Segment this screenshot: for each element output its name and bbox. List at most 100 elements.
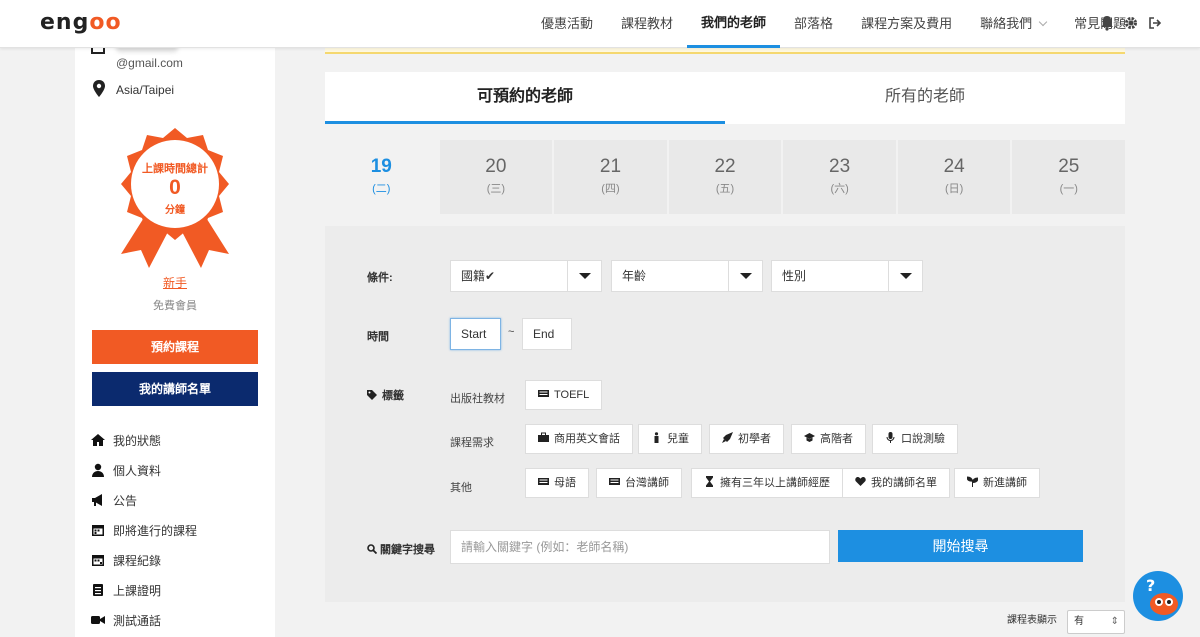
date-day: 20 <box>485 156 507 177</box>
sidebar-item-announcements[interactable]: 公告 <box>91 485 197 515</box>
tag-label: 高階者 <box>820 433 853 445</box>
schedule-display-label: 課程表顯示 <box>1007 615 1057 626</box>
lesson-time-badge: 上課時間總計 0 分鐘 <box>115 126 235 268</box>
search-panel: 條件: 國籍✔ 年齡 性別 時間 Start ~ End 標籤 出版社教材 TO… <box>325 226 1125 602</box>
nav-materials[interactable]: 課程教材 <box>607 0 687 48</box>
date-day: 22 <box>714 156 736 177</box>
tag-toefl[interactable]: TOEFL <box>525 380 603 410</box>
tag-label: 商用英文會話 <box>554 433 620 445</box>
tag-children[interactable]: 兒童 <box>638 424 702 454</box>
caret-down-icon <box>567 261 601 291</box>
tag-three-years-experience[interactable]: 擁有三年以上講師經歷 <box>691 468 843 498</box>
tag-speaking-test[interactable]: 口說測驗 <box>872 424 958 454</box>
date-tab[interactable]: 22 (五) <box>668 140 782 214</box>
date-day: 21 <box>599 156 622 177</box>
other-label: 其他 <box>450 482 472 494</box>
user-level[interactable]: 新手 <box>75 274 275 291</box>
sidebar-item-label: 上課證明 <box>113 583 162 598</box>
schedule-display-select[interactable]: 有 <box>1067 610 1125 634</box>
gear-icon[interactable] <box>1124 15 1138 31</box>
sidebar-item-upcoming-lessons[interactable]: 即將進行的課程 <box>91 515 197 545</box>
user-icon <box>92 463 104 477</box>
nationality-select[interactable]: 國籍✔ <box>450 260 602 292</box>
bell-icon[interactable] <box>1100 15 1114 31</box>
date-weekday: (一) <box>1059 183 1078 195</box>
tab-available-teachers[interactable]: 可預約的老師 <box>325 72 725 124</box>
badge-title: 上課時間總計 <box>142 163 208 175</box>
date-tab[interactable]: 23 (六) <box>783 140 896 214</box>
date-day: 24 <box>943 156 965 177</box>
nav-contact[interactable]: 聯絡我們 <box>966 0 1060 48</box>
chevron-down-icon <box>1038 17 1048 27</box>
tag-new-teacher[interactable]: 新進講師 <box>954 468 1040 498</box>
keyword-input[interactable]: 請輸入關鍵字 (例如：老師名稱) <box>450 530 830 564</box>
tag-label: 口說測驗 <box>901 433 945 445</box>
sidebar-item-label: 個人資料 <box>113 463 162 478</box>
date-weekday: (六) <box>830 183 849 195</box>
caret-down-icon <box>888 261 922 291</box>
caret-down-icon <box>728 261 762 291</box>
tag-label: 母語 <box>554 477 576 489</box>
tag-beginner[interactable]: 初學者 <box>709 424 784 454</box>
date-weekday: (二) <box>372 183 391 195</box>
date-tab[interactable]: 20 (三) <box>439 140 553 214</box>
sidebar-item-test-call[interactable]: 測試通話 <box>91 605 197 635</box>
nav-plans[interactable]: 課程方案及費用 <box>847 0 966 48</box>
graduation-cap-icon <box>804 433 815 442</box>
tag-label: 新進講師 <box>983 477 1027 489</box>
tag-business-english[interactable]: 商用英文會話 <box>525 424 633 454</box>
user-email: @gmail.com <box>116 56 183 70</box>
calendar-icon <box>92 555 104 566</box>
book-icon <box>538 478 549 485</box>
sidebar-item-label: 我的狀態 <box>113 433 162 448</box>
notice-banner <box>325 48 1125 54</box>
engoo-logo[interactable]: engoo <box>40 10 122 35</box>
date-tab[interactable]: 24 (日) <box>897 140 1011 214</box>
nav-our-teachers[interactable]: 我們的老師 <box>687 0 781 48</box>
tag-label: 初學者 <box>738 433 771 445</box>
header-icons <box>1100 15 1162 31</box>
map-pin-icon <box>92 80 106 103</box>
gender-value: 性別 <box>782 269 807 283</box>
tags-label: 標籤 <box>382 390 404 402</box>
tag-my-teacher-list[interactable]: 我的講師名單 <box>842 468 950 498</box>
help-chat-button[interactable]: ? <box>1133 571 1183 621</box>
start-time-input[interactable]: Start <box>450 318 501 350</box>
my-teacher-list-button[interactable]: 我的講師名單 <box>92 372 258 406</box>
sidebar-item-certificate[interactable]: 上課證明 <box>91 575 197 605</box>
sidebar-item-label: 即將進行的課程 <box>113 523 198 538</box>
nationality-value: 國籍✔ <box>461 269 496 283</box>
end-time-input[interactable]: End <box>522 318 572 350</box>
nav-blog[interactable]: 部落格 <box>780 0 847 48</box>
tag-label: 我的講師名單 <box>871 477 937 489</box>
home-icon <box>91 434 105 446</box>
rocket-icon <box>722 432 733 443</box>
sidebar-item-lesson-history[interactable]: 課程紀錄 <box>91 545 197 575</box>
date-tab[interactable]: 19 (二) <box>325 140 438 214</box>
sidebar-menu: 我的狀態 個人資料 公告 即將進行的課程 課程紀錄 上課證明 測試通話 <box>91 425 197 635</box>
briefcase-icon <box>538 432 549 442</box>
sidebar-item-my-status[interactable]: 我的狀態 <box>91 425 197 455</box>
logout-icon[interactable] <box>1148 15 1162 31</box>
age-select[interactable]: 年齡 <box>611 260 763 292</box>
nav-promotions[interactable]: 優惠活動 <box>527 0 607 48</box>
date-tab[interactable]: 21 (四) <box>554 140 667 214</box>
book-lesson-button[interactable]: 預約課程 <box>92 330 258 364</box>
tag-label: TOEFL <box>554 389 590 401</box>
date-tab[interactable]: 25 (一) <box>1012 140 1126 214</box>
search-icon <box>367 544 378 555</box>
book-icon <box>538 390 549 397</box>
tag-taiwan-teacher[interactable]: 台灣講師 <box>596 468 682 498</box>
calendar-icon <box>92 525 104 536</box>
top-header: engoo 優惠活動 課程教材 我們的老師 部落格 課程方案及費用 聯絡我們 常… <box>0 0 1200 48</box>
keyword-label: 關鍵字搜尋 <box>380 544 435 556</box>
gender-select[interactable]: 性別 <box>771 260 923 292</box>
tag-advanced[interactable]: 高階者 <box>791 424 866 454</box>
start-search-button[interactable]: 開始搜尋 <box>838 530 1083 562</box>
tab-all-teachers[interactable]: 所有的老師 <box>725 72 1125 124</box>
user-timezone: Asia/Taipei <box>116 83 175 97</box>
sidebar-item-profile[interactable]: 個人資料 <box>91 455 197 485</box>
tag-native[interactable]: 母語 <box>525 468 589 498</box>
help-mascot-icon: ? <box>1146 576 1178 615</box>
date-day: 19 <box>370 156 392 177</box>
